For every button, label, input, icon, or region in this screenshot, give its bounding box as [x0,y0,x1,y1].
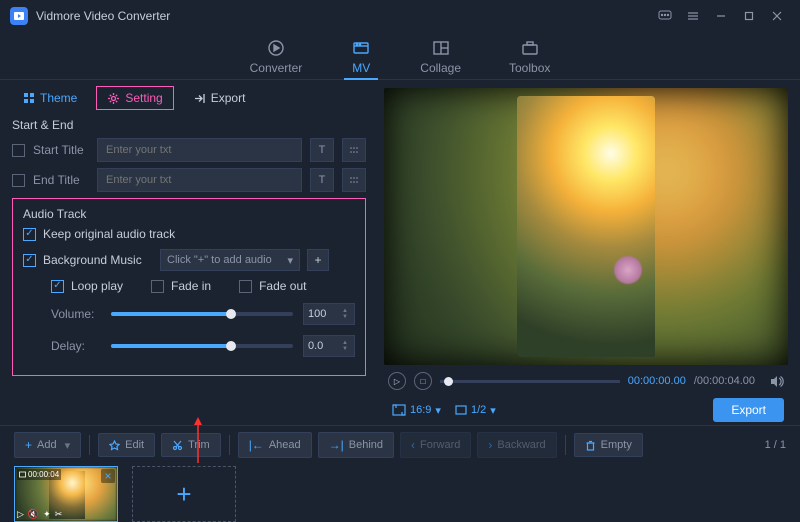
delay-label: Delay: [51,339,101,353]
start-title-font-button[interactable]: T [310,138,334,162]
subtabs: Theme Setting Export [12,86,366,110]
menu-icon[interactable] [680,3,706,29]
ahead-button[interactable]: |←Ahead [238,432,312,458]
minimize-button[interactable] [708,3,734,29]
nav-collage[interactable]: Collage [420,37,461,79]
behind-button[interactable]: →|Behind [318,432,394,458]
audio-track-section: Audio Track Keep original audio track Ba… [12,198,366,376]
thumb-edit-icon[interactable]: ✦ [43,509,51,520]
app-logo-icon [10,7,28,25]
volume-slider[interactable] [111,312,293,316]
preview-options: 16:9▾ 1/2▾ Export [384,395,788,425]
preview-panel: ▷ □ 00:00:00.00/00:00:04.00 16:9▾ 1/2▾ E… [378,80,800,425]
start-end-header: Start & End [12,118,366,132]
export-button[interactable]: Export [713,398,784,422]
gear-icon [107,92,120,105]
clip-thumbnails: 00:00:04 × ▷ 🔇 ✦ ✂ + [14,466,786,522]
fadein-checkbox[interactable] [151,280,164,293]
nav-converter[interactable]: Converter [250,37,303,79]
time-total: /00:00:04.00 [694,375,755,387]
app-title: Vidmore Video Converter [36,9,170,23]
volume-thumb[interactable] [226,309,236,319]
delay-thumb[interactable] [226,341,236,351]
main-nav: Converter MV Collage Toolbox [0,32,800,80]
thumb-duration: 00:00:04 [17,469,61,480]
page-indicator: 1 / 1 [765,439,786,451]
progress-thumb[interactable] [444,377,453,386]
keep-original-label: Keep original audio track [43,227,175,241]
feedback-icon[interactable] [652,3,678,29]
loop-checkbox[interactable] [51,280,64,293]
add-clip-slot[interactable]: + [132,466,236,522]
edit-button[interactable]: Edit [98,433,155,457]
aspect-ratio-button[interactable]: 16:9▾ [388,402,445,419]
clip-thumbnail[interactable]: 00:00:04 × ▷ 🔇 ✦ ✂ [14,466,118,522]
nav-toolbox[interactable]: Toolbox [509,37,550,79]
backward-button[interactable]: ›Backward [477,432,556,458]
subtab-setting[interactable]: Setting [96,86,173,110]
time-current: 00:00:00.00 [628,375,686,387]
preview-viewport [384,88,788,365]
thumb-mute-icon[interactable]: 🔇 [28,509,39,520]
zoom-button[interactable]: 1/2▾ [451,402,500,419]
forward-button[interactable]: ‹Forward [400,432,471,458]
clip-toolbar: +Add▾ Edit Trim |←Ahead →|Behind ‹Forwar… [14,432,786,458]
volume-icon[interactable] [769,374,784,389]
empty-button[interactable]: Empty [574,433,643,457]
end-title-font-button[interactable]: T [310,168,334,192]
thumb-close-icon[interactable]: × [101,469,115,483]
play-button[interactable]: ▷ [388,372,406,390]
export-icon [193,92,206,105]
add-audio-button[interactable]: + [307,249,329,271]
stop-button[interactable]: □ [414,372,432,390]
playback-controls: ▷ □ 00:00:00.00/00:00:04.00 [384,367,788,395]
converter-icon [265,37,287,59]
nav-mv[interactable]: MV [350,37,372,79]
end-title-input[interactable] [97,168,302,192]
start-title-checkbox[interactable] [12,144,25,157]
titlebar: Vidmore Video Converter [0,0,800,32]
volume-label: Volume: [51,307,101,321]
thumb-play-icon[interactable]: ▷ [17,509,24,520]
keep-original-checkbox[interactable] [23,228,36,241]
end-title-checkbox[interactable] [12,174,25,187]
chevron-down-icon: ▾ [287,254,293,267]
mv-icon [350,37,372,59]
delay-value[interactable]: 0.0▲▼ [303,335,355,357]
subtab-export[interactable]: Export [182,86,257,110]
thumb-controls: ▷ 🔇 ✦ ✂ [17,509,62,520]
subtab-theme[interactable]: Theme [12,86,88,110]
fadeout-checkbox[interactable] [239,280,252,293]
volume-value[interactable]: 100▲▼ [303,303,355,325]
settings-panel: Theme Setting Export Start & End Start T… [0,80,378,425]
close-button[interactable] [764,3,790,29]
add-button[interactable]: +Add▾ [14,432,81,458]
start-title-label: Start Title [33,143,89,157]
audio-header: Audio Track [23,207,355,221]
end-title-label: End Title [33,173,89,187]
start-title-input[interactable] [97,138,302,162]
theme-icon [23,92,35,104]
collage-icon [430,37,452,59]
progress-bar[interactable] [440,380,620,383]
bgm-checkbox[interactable] [23,254,36,267]
delay-slider[interactable] [111,344,293,348]
timeline-area: +Add▾ Edit Trim |←Ahead →|Behind ‹Forwar… [0,425,800,517]
thumb-trim-icon[interactable]: ✂ [55,509,63,520]
trim-button[interactable]: Trim [161,433,221,457]
maximize-button[interactable] [736,3,762,29]
start-title-more-button[interactable] [342,138,366,162]
bgm-select[interactable]: Click "+" to add audio ▾ [160,249,300,271]
toolbox-icon [519,37,541,59]
bgm-label: Background Music [43,253,153,267]
end-title-more-button[interactable] [342,168,366,192]
